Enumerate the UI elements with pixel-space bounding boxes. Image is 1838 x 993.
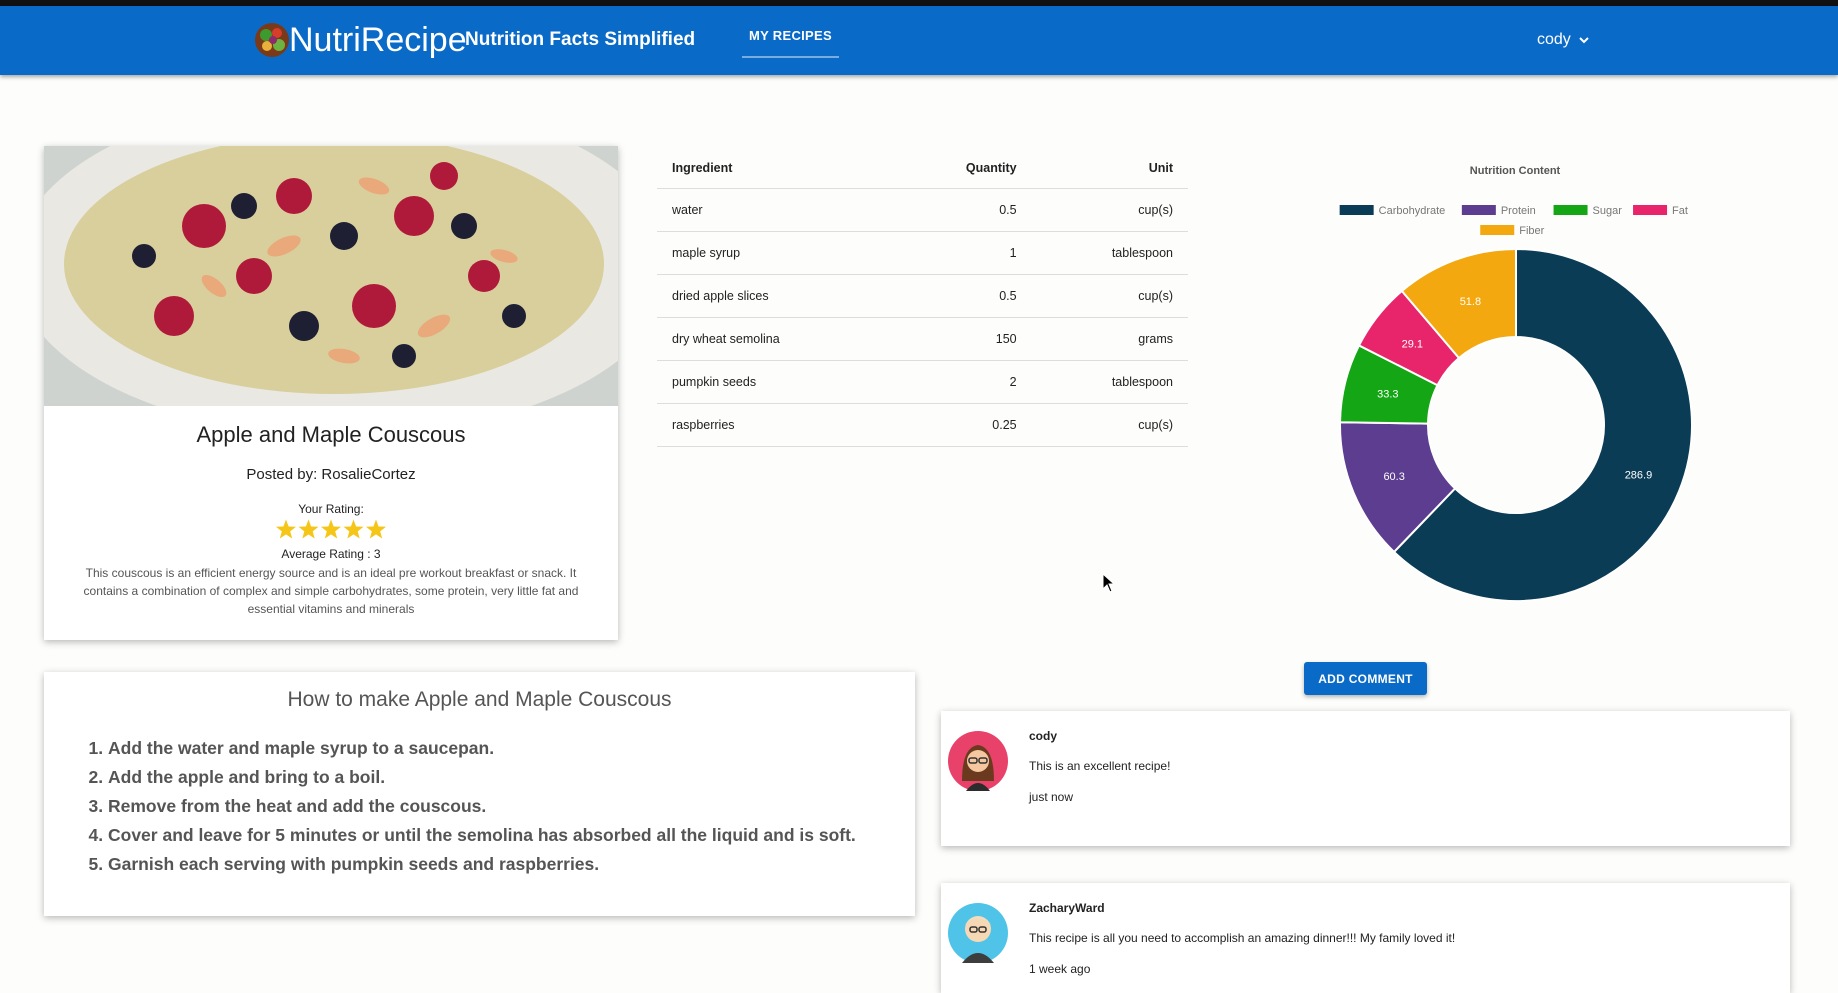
instruction-step: Cover and leave for 5 minutes or until t… <box>108 821 856 850</box>
comment-card: cody This is an excellent recipe! just n… <box>941 711 1790 846</box>
instructions-list: Add the water and maple syrup to a sauce… <box>74 734 856 879</box>
ingredient-name: dry wheat semolina <box>657 317 894 361</box>
instructions-card: How to make Apple and Maple Couscous Add… <box>44 672 915 916</box>
comment-time: just now <box>1029 790 1074 804</box>
nutrition-chart: Nutrition Content Carbohydrate Protein Suga… <box>1290 150 1740 610</box>
legend-label: Sugar <box>1593 205 1623 217</box>
table-row: maple syrup 1 tablespoon <box>657 231 1188 275</box>
table-row: raspberries 0.25 cup(s) <box>657 403 1188 447</box>
column-header-ingredient: Ingredient <box>657 147 894 189</box>
ingredient-name: dried apple slices <box>657 274 894 318</box>
comment-text: This is an excellent recipe! <box>1029 759 1171 773</box>
comment-text: This recipe is all you need to accomplis… <box>1029 931 1456 945</box>
recipe-title: Apple and Maple Couscous <box>196 422 466 447</box>
ingredient-unit: tablespoon <box>1031 231 1188 275</box>
instruction-step: Add the apple and bring to a boil. <box>108 763 856 792</box>
ingredient-unit: grams <box>1031 317 1188 361</box>
ingredient-quantity: 0.5 <box>893 188 1032 232</box>
star-icon[interactable] <box>276 519 296 539</box>
slice-value-label: 29.1 <box>1402 338 1423 350</box>
ingredient-unit: tablespoon <box>1031 360 1188 404</box>
star-icon[interactable] <box>343 519 364 539</box>
legend-swatch <box>1633 205 1668 215</box>
tab-my-recipes[interactable]: MY RECIPES <box>742 22 839 58</box>
ingredient-name: pumpkin seeds <box>657 360 894 404</box>
star-icon[interactable] <box>321 519 341 539</box>
ingredients-table: Ingredient Quantity Unit water 0.5 cup(s) … <box>657 147 1188 447</box>
recipe-photo <box>44 146 618 406</box>
legend-swatch <box>1480 225 1515 235</box>
your-rating-label: Your Rating: <box>298 502 364 516</box>
user-name: cody <box>1537 31 1571 48</box>
table-row: water 0.5 cup(s) <box>657 188 1188 232</box>
comment-card: ZacharyWard This recipe is all you need … <box>941 883 1790 993</box>
star-rating[interactable] <box>275 519 387 541</box>
slice-value-label: 51.8 <box>1460 296 1481 308</box>
nutrition-donut-chart: Nutrition Content Carbohydrate Protein Suga… <box>1339 165 1693 602</box>
ingredient-name: raspberries <box>657 403 894 447</box>
user-menu[interactable]: cody <box>1537 28 1589 52</box>
legend-label: Protein <box>1501 205 1536 217</box>
ingredient-unit: cup(s) <box>1031 188 1188 232</box>
brand-name[interactable]: NutriRecipe <box>289 20 467 60</box>
salad-bowl-logo-icon[interactable] <box>253 21 291 59</box>
ingredient-unit: cup(s) <box>1031 274 1188 318</box>
column-header-unit: Unit <box>1031 147 1188 189</box>
column-header-quantity: Quantity <box>893 147 1032 189</box>
ingredient-name: maple syrup <box>657 231 894 275</box>
recipe-card: Apple and Maple Couscous Posted by: Rosa… <box>44 146 618 640</box>
app-bar: NutriRecipe Nutrition Facts Simplified M… <box>0 6 1838 75</box>
slice-value-label: 33.3 <box>1377 388 1398 400</box>
star-icon[interactable] <box>366 519 386 539</box>
slice-value-label: 286.9 <box>1625 469 1653 481</box>
recipe-description: This couscous is an efficient energy sou… <box>83 566 579 616</box>
instruction-step: Remove from the heat and add the couscou… <box>108 792 856 821</box>
mouse-cursor-icon <box>1102 573 1116 593</box>
table-row: dry wheat semolina 150 grams <box>657 317 1188 361</box>
comment-author: cody <box>1029 729 1058 743</box>
posted-by: Posted by: RosalieCortez <box>246 466 416 483</box>
add-comment-button[interactable]: ADD COMMENT <box>1304 662 1427 695</box>
table-header-row: Ingredient Quantity Unit <box>657 147 1188 189</box>
ingredient-quantity: 0.25 <box>893 403 1032 447</box>
chart-title: Nutrition Content <box>1470 165 1561 177</box>
ingredient-quantity: 1 <box>893 231 1032 275</box>
ingredient-quantity: 150 <box>893 317 1032 361</box>
legend-swatch <box>1553 205 1588 215</box>
average-rating: Average Rating : 3 <box>281 547 381 561</box>
ingredient-quantity: 0.5 <box>893 274 1032 318</box>
instruction-step: Garnish each serving with pumpkin seeds … <box>108 850 856 879</box>
instruction-step: Add the water and maple syrup to a sauce… <box>108 734 856 763</box>
legend-swatch <box>1339 205 1374 215</box>
star-icon[interactable] <box>298 519 319 539</box>
slice-value-label: 60.3 <box>1383 471 1404 483</box>
avatar[interactable] <box>948 903 1008 963</box>
comment-time: 1 week ago <box>1029 962 1091 976</box>
table-row: dried apple slices 0.5 cup(s) <box>657 274 1188 318</box>
tagline: Nutrition Facts Simplified <box>465 29 696 50</box>
chevron-down-icon <box>1579 37 1589 44</box>
table-row: pumpkin seeds 2 tablespoon <box>657 360 1188 404</box>
avatar[interactable] <box>948 731 1008 791</box>
instructions-title: How to make Apple and Maple Couscous <box>287 688 672 711</box>
legend-label: Carbohydrate <box>1379 205 1446 217</box>
legend-swatch <box>1461 205 1496 215</box>
legend-label: Fat <box>1672 205 1688 217</box>
ingredient-unit: cup(s) <box>1031 403 1188 447</box>
ingredient-quantity: 2 <box>893 360 1032 404</box>
ingredient-name: water <box>657 188 894 232</box>
comment-author: ZacharyWard <box>1029 901 1105 915</box>
legend-label: Fiber <box>1519 225 1544 237</box>
